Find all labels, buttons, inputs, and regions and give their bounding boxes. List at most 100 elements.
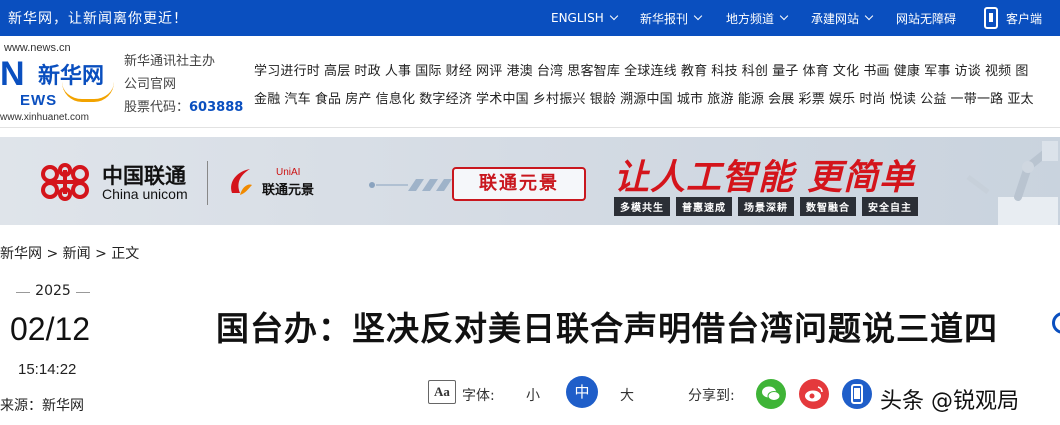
channel-link[interactable]: 娱乐	[829, 92, 855, 107]
channel-link[interactable]: 思客智库	[567, 64, 620, 79]
share-label: 分享到:	[688, 388, 735, 404]
channel-link[interactable]: 旅游	[707, 92, 733, 107]
channel-link[interactable]: 乡村振兴	[533, 92, 586, 107]
chevron-down-icon	[693, 11, 703, 21]
channel-link[interactable]: 视频	[985, 64, 1011, 79]
uniai-mark-icon	[231, 169, 252, 195]
channel-link[interactable]: 国际	[415, 64, 441, 79]
nav-built-sites[interactable]: 承建网站	[811, 0, 874, 36]
unicom-ad-banner[interactable]: 中国联通 China unicom UniAI 联通元景 联通元景 让人工智能 …	[0, 137, 1060, 225]
mobile-phone-icon	[984, 7, 998, 29]
channel-link[interactable]: 图	[1015, 64, 1028, 79]
channel-link[interactable]: 高层	[324, 64, 350, 79]
channel-link[interactable]: 溯源中国	[620, 92, 673, 107]
channel-link[interactable]: 能源	[738, 92, 764, 107]
nav-local-channels-label: 地方频道	[726, 11, 775, 26]
channel-link[interactable]: 全球连线	[624, 64, 677, 79]
font-size-large-button[interactable]: 大	[620, 385, 634, 405]
logo-ews: EWS	[20, 92, 58, 109]
channel-link[interactable]: 台湾	[537, 64, 563, 79]
channel-link[interactable]: 军事	[924, 64, 950, 79]
top-navigation-bar: 新华网，让新闻离你更近！ ENGLISH 新华报刊 地方频道 承建网站 网站无障…	[0, 0, 1060, 36]
font-size-small-button[interactable]: 小	[526, 385, 540, 405]
channel-link[interactable]: 文化	[833, 64, 859, 79]
publish-year: 2025	[16, 283, 90, 299]
channel-link[interactable]: 访谈	[955, 64, 981, 79]
channel-link[interactable]: 科创	[742, 64, 768, 79]
article-source: 来源：新华网	[0, 395, 84, 415]
channel-link[interactable]: 港澳	[506, 64, 532, 79]
logo-letter: N	[0, 55, 25, 93]
breadcrumb-news[interactable]: 新闻	[63, 246, 91, 262]
channel-link[interactable]: 彩票	[799, 92, 825, 107]
logo-url-bottom: www.xinhuanet.com	[0, 112, 89, 123]
channel-link[interactable]: 量子	[772, 64, 798, 79]
mobile-icon	[851, 384, 863, 404]
nav-local-channels[interactable]: 地方频道	[726, 0, 789, 36]
partial-circle-icon	[1052, 312, 1060, 334]
channel-link[interactable]: 网评	[476, 64, 502, 79]
channel-link[interactable]: 健康	[894, 64, 920, 79]
channel-link[interactable]: 学习进行时	[254, 64, 320, 79]
font-size-icon: Aa	[428, 380, 456, 404]
nav-english-label: ENGLISH	[551, 11, 604, 25]
chevron-down-icon	[779, 11, 789, 21]
site-slogan: 新华网，让新闻离你更近！	[8, 11, 188, 27]
channel-link[interactable]: 银龄	[590, 92, 616, 107]
channel-link[interactable]: 城市	[677, 92, 703, 107]
channel-link[interactable]: 亚太	[1007, 92, 1033, 107]
channel-link[interactable]: 汽车	[284, 92, 310, 107]
channel-links-row-2: 金融 汽车 食品 房产 信息化 数字经济 学术中国 乡村振兴 银龄 溯源中国 城市 旅游 能源 会展 彩票娱…	[254, 88, 1060, 107]
channel-link[interactable]: 数字经济	[419, 92, 472, 107]
font-size-medium-button[interactable]: 中	[566, 376, 598, 408]
channel-link[interactable]: 食品	[315, 92, 341, 107]
share-weibo-button[interactable]	[799, 379, 829, 409]
channel-link[interactable]: 体育	[803, 64, 829, 79]
company-site-line: 公司官网	[124, 77, 177, 92]
ad-tag: 多模共生	[614, 197, 670, 216]
share-wechat-button[interactable]	[756, 379, 786, 409]
channel-link[interactable]: 时尚	[859, 92, 885, 107]
channel-link[interactable]: 一带一路	[951, 92, 1004, 107]
source-value: 新华网	[42, 398, 84, 414]
channel-link[interactable]: 房产	[345, 92, 371, 107]
channel-link[interactable]: 悦读	[890, 92, 916, 107]
channel-link[interactable]: 科技	[711, 64, 737, 79]
nav-accessibility[interactable]: 网站无障碍	[896, 0, 956, 36]
channel-link[interactable]: 书画	[863, 64, 889, 79]
toutiao-watermark: 头条 @锐观局	[880, 389, 1019, 414]
breadcrumb-current: 正文	[111, 246, 140, 262]
channel-link[interactable]: 学术中国	[476, 92, 529, 107]
organizer-line: 新华通讯社主办	[124, 54, 216, 69]
breadcrumb-home[interactable]: 新华网	[0, 246, 42, 262]
stock-code-value[interactable]: 603888	[189, 100, 243, 115]
logo-url-top: www.news.cn	[4, 42, 71, 54]
ad-slogan: 让人工智能 更简单	[614, 158, 916, 198]
ad-tag: 场景深耕	[738, 197, 794, 216]
publish-month-day: 02/12	[10, 311, 91, 347]
weibo-icon	[805, 386, 823, 402]
uniai-pill: 联通元景	[452, 167, 586, 201]
channel-link[interactable]: 金融	[254, 92, 280, 107]
xinhuanet-logo[interactable]: www.news.cn N 新华网 EWS www.xinhuanet.com	[0, 42, 118, 123]
ad-tag: 普惠速成	[676, 197, 732, 216]
channel-link[interactable]: 教育	[681, 64, 707, 79]
channel-link[interactable]: 公益	[920, 92, 946, 107]
unicom-brand-en: China unicom	[102, 186, 188, 202]
channel-link[interactable]: 财经	[446, 64, 472, 79]
channel-link[interactable]: 人事	[385, 64, 411, 79]
nav-client-app[interactable]: 客户端	[984, 0, 1042, 36]
nav-xinhua-papers[interactable]: 新华报刊	[640, 0, 703, 36]
channel-link[interactable]: 信息化	[376, 92, 416, 107]
channel-link[interactable]: 会展	[768, 92, 794, 107]
uniai-small-label: UniAI	[276, 167, 301, 178]
font-size-label: 字体:	[462, 388, 495, 404]
publish-time: 15:14:22	[18, 361, 77, 378]
uniai-name: 联通元景	[262, 183, 315, 198]
channel-link[interactable]: 时政	[354, 64, 380, 79]
stock-code-label: 股票代码：	[124, 100, 190, 115]
wechat-icon	[762, 386, 781, 401]
speed-stripes-icon	[369, 179, 452, 191]
share-mobile-button[interactable]	[842, 379, 872, 409]
nav-english[interactable]: ENGLISH	[551, 0, 618, 36]
